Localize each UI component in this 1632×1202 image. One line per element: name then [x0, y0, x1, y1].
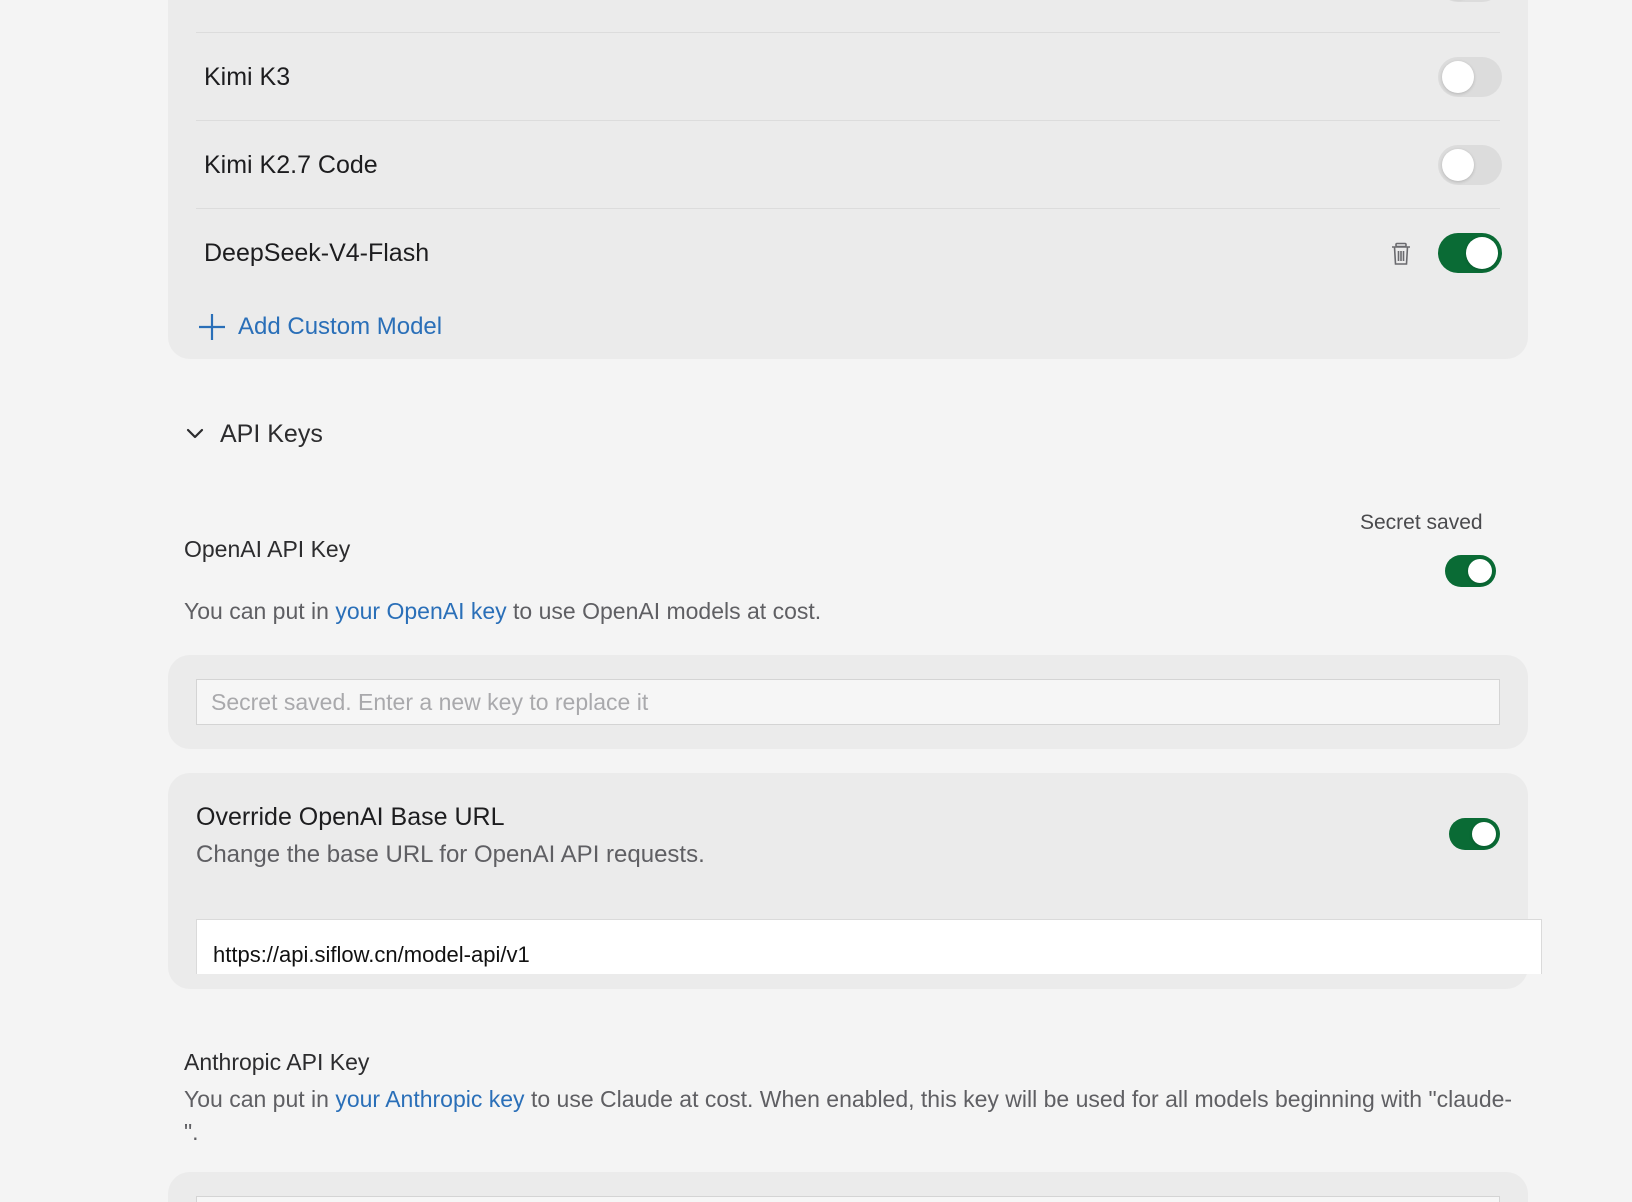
openai-key-input-card	[168, 655, 1528, 749]
desc-text: You can put in	[184, 598, 336, 624]
add-custom-model-label: Add Custom Model	[238, 313, 443, 340]
anthropic-key-label: Anthropic API Key	[184, 1049, 370, 1075]
model-name: Kimi K2.7 Code	[204, 151, 378, 179]
plus-icon	[199, 314, 225, 340]
openai-key-description: You can put in your OpenAI key to use Op…	[184, 595, 821, 628]
override-base-url-toggle[interactable]	[1449, 818, 1500, 850]
settings-page: Kimi K3 Kimi K2.7 Code DeepSeek-V4-Flash	[0, 0, 1632, 1202]
base-url-input[interactable]	[196, 919, 1542, 974]
model-name: DeepSeek-V4-Flash	[204, 239, 430, 267]
model-name: Kimi K3	[204, 63, 291, 91]
trash-icon[interactable]	[1390, 242, 1412, 266]
openai-key-input[interactable]	[196, 679, 1500, 725]
model-row-deepseek-v4-flash: DeepSeek-V4-Flash	[196, 208, 1502, 296]
openai-key-label: OpenAI API Key	[184, 536, 351, 562]
anthropic-key-input-card	[168, 1172, 1528, 1202]
model-toggle[interactable]	[1438, 57, 1502, 97]
chevron-down-icon	[186, 428, 204, 439]
model-toggle-hidden[interactable]	[1438, 0, 1502, 2]
openai-key-status: Secret saved	[1360, 511, 1483, 534]
openai-key-toggle[interactable]	[1445, 555, 1496, 587]
override-base-url-card: Override OpenAI Base URL Change the base…	[168, 773, 1542, 989]
desc-text: to use OpenAI models at cost.	[506, 598, 822, 624]
model-row-kimi-k2-7-code: Kimi K2.7 Code	[196, 120, 1502, 208]
anthropic-key-description: You can put in your Anthropic key to use…	[184, 1083, 1524, 1149]
section-title: API Keys	[220, 419, 323, 448]
models-card: Kimi K3 Kimi K2.7 Code DeepSeek-V4-Flash	[168, 0, 1528, 359]
override-title: Override OpenAI Base URL	[196, 803, 505, 831]
override-description: Change the base URL for OpenAI API reque…	[196, 841, 705, 868]
model-toggle[interactable]	[1438, 145, 1502, 185]
anthropic-key-input[interactable]	[196, 1196, 1500, 1202]
model-toggle[interactable]	[1438, 233, 1502, 273]
add-custom-model-button[interactable]: Add Custom Model	[198, 310, 442, 344]
desc-text: You can put in	[184, 1086, 336, 1112]
openai-key-link[interactable]: your OpenAI key	[335, 598, 506, 624]
api-keys-section-toggle[interactable]: API Keys	[184, 414, 323, 454]
anthropic-key-link[interactable]: your Anthropic key	[335, 1086, 524, 1112]
model-row-kimi-k3: Kimi K3	[196, 32, 1502, 120]
